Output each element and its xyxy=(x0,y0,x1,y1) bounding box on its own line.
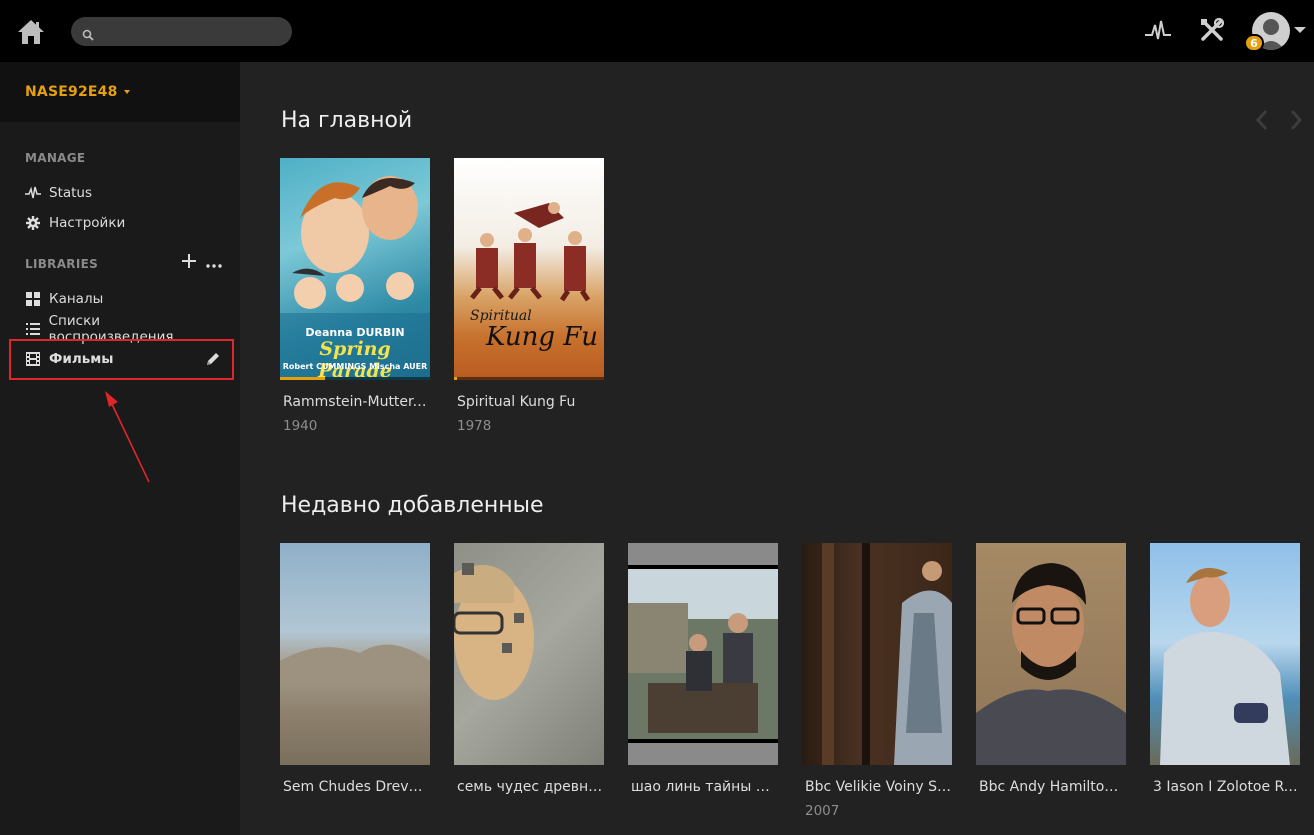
poster-image[interactable]: Spiritual Kung Fu xyxy=(454,158,604,380)
chevron-down-icon xyxy=(123,90,130,94)
server-selector[interactable]: NASE92E48 xyxy=(0,62,240,122)
media-card[interactable]: Spiritual Kung Fu Spiritual Kung Fu 1978 xyxy=(454,158,604,434)
sidebar-item-label: Настройки xyxy=(49,215,126,231)
chevron-down-icon[interactable] xyxy=(1294,27,1306,33)
media-year: 2007 xyxy=(805,803,840,819)
notification-badge: 6 xyxy=(1244,34,1264,52)
media-title[interactable]: семь чудес древне… xyxy=(454,779,604,795)
poster-image[interactable] xyxy=(280,543,430,765)
media-title[interactable]: Sem Chudes Drevn… xyxy=(280,779,430,795)
top-bar: 6 xyxy=(0,0,1314,62)
media-title[interactable]: Bbc Andy Hamilton'… xyxy=(976,779,1126,795)
main-content: На главной Deanna DURBIN Spring Parade R… xyxy=(240,62,1314,835)
poster-text: Robert CUMMINGS Mischa AUER xyxy=(282,362,428,371)
media-card[interactable]: 3 Iason I Zolotoe Ru… xyxy=(1150,543,1300,803)
progress-bar xyxy=(280,377,325,380)
media-title[interactable]: шао линь тайны и… xyxy=(628,779,778,795)
media-card[interactable]: шао линь тайны и… xyxy=(628,543,778,803)
media-year: 1978 xyxy=(457,418,492,434)
poster-image[interactable] xyxy=(802,543,952,765)
sidebar-item-settings[interactable]: Настройки xyxy=(25,212,225,234)
grid-icon xyxy=(25,291,41,307)
poster-text: Kung Fu xyxy=(486,322,599,352)
sidebar-item-status[interactable]: Status xyxy=(25,182,225,204)
sidebar-item-playlists[interactable]: Списки воспроизведения xyxy=(25,313,225,345)
media-card[interactable]: семь чудес древне… xyxy=(454,543,604,803)
poster-image[interactable] xyxy=(454,543,604,765)
sidebar-item-label: Каналы xyxy=(49,291,104,307)
chevron-right-icon xyxy=(1290,110,1303,130)
manage-heading: MANAGE xyxy=(25,151,86,165)
sidebar-item-label: Status xyxy=(49,185,93,201)
activity-icon xyxy=(25,185,41,201)
poster-image[interactable]: Deanna DURBIN Spring Parade Robert CUMMI… xyxy=(280,158,430,380)
section-title-home: На главной xyxy=(281,108,413,133)
media-card[interactable]: Bbc Velikie Voiny Sh… 2007 xyxy=(802,543,952,819)
search-input[interactable] xyxy=(71,17,292,46)
poster-image[interactable] xyxy=(976,543,1126,765)
sidebar-item-channels[interactable]: Каналы xyxy=(25,288,225,310)
progress-track xyxy=(454,377,604,380)
activity-icon[interactable] xyxy=(1142,14,1174,46)
tools-icon[interactable] xyxy=(1196,14,1228,46)
media-card[interactable]: Deanna DURBIN Spring Parade Robert CUMMI… xyxy=(280,158,430,434)
libraries-heading: LIBRARIES xyxy=(25,257,99,271)
add-library-icon[interactable] xyxy=(181,253,197,269)
chevron-left-icon xyxy=(1255,110,1268,130)
more-options-icon[interactable] xyxy=(205,256,223,268)
media-year: 1940 xyxy=(283,418,318,434)
search-icon xyxy=(82,26,94,41)
highlight-box xyxy=(9,339,234,380)
poster-image[interactable] xyxy=(628,543,778,765)
media-title[interactable]: Bbc Velikie Voiny Sh… xyxy=(802,779,952,795)
media-title[interactable]: Rammstein-Mutter.… xyxy=(280,394,430,410)
media-title[interactable]: 3 Iason I Zolotoe Ru… xyxy=(1150,779,1300,795)
section-title-recently-added: Недавно добавленные xyxy=(281,493,544,518)
list-icon xyxy=(25,321,41,337)
media-title[interactable]: Spiritual Kung Fu xyxy=(454,394,604,410)
media-card[interactable]: Bbc Andy Hamilton'… xyxy=(976,543,1126,803)
gear-icon xyxy=(25,215,41,231)
poster-text: Spring Parade xyxy=(318,338,392,380)
annotation-arrow xyxy=(100,388,160,488)
carousel-nav xyxy=(1252,108,1312,132)
poster-image[interactable] xyxy=(1150,543,1300,765)
media-card[interactable]: Sem Chudes Drevn… xyxy=(280,543,430,803)
home-icon[interactable] xyxy=(16,17,46,47)
progress-bar xyxy=(454,377,457,380)
server-name[interactable]: NASE92E48 xyxy=(25,84,118,100)
